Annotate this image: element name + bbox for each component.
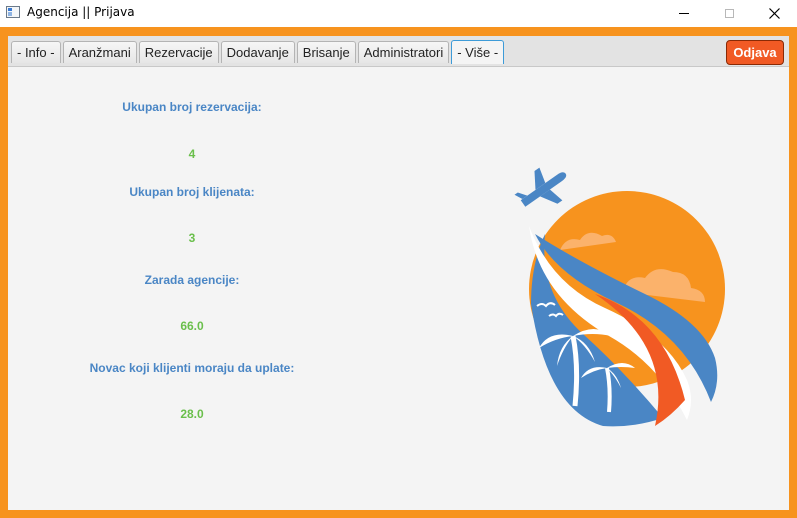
- tab-list: - Info - Aranžmani Rezervacije Dodavanje…: [11, 40, 505, 64]
- tab-aranzmani[interactable]: Aranžmani: [62, 41, 137, 63]
- minimize-icon: [679, 13, 689, 14]
- maximize-icon: [724, 9, 734, 18]
- earnings-value: 66.0: [180, 319, 204, 333]
- logout-button[interactable]: Odjava: [726, 40, 784, 65]
- reservations-value: 4: [188, 147, 196, 161]
- clients-label: Ukupan broj klijenata:: [129, 185, 255, 199]
- app-window-icon: [6, 6, 20, 18]
- tab-rezervacije[interactable]: Rezervacije: [138, 41, 219, 63]
- tab-vise[interactable]: - Više -: [451, 40, 505, 64]
- tab-brisanje[interactable]: Brisanje: [296, 41, 356, 63]
- tab-info[interactable]: - Info -: [11, 41, 61, 63]
- owed-value: 28.0: [180, 407, 204, 421]
- close-button[interactable]: [751, 0, 797, 27]
- main-content: - Info - Aranžmani Rezervacije Dodavanje…: [8, 36, 789, 510]
- minimize-button[interactable]: [661, 0, 707, 27]
- window-titlebar: Agencija || Prijava: [0, 0, 797, 27]
- clients-value: 3: [188, 231, 196, 245]
- close-icon: [768, 8, 780, 19]
- owed-label: Novac koji klijenti moraju da uplate:: [89, 361, 295, 375]
- tab-dodavanje[interactable]: Dodavanje: [220, 41, 295, 63]
- tab-bar: - Info - Aranžmani Rezervacije Dodavanje…: [8, 36, 789, 67]
- reservations-label: Ukupan broj rezervacija:: [122, 100, 262, 114]
- maximize-button[interactable]: [706, 0, 752, 27]
- window-title: Agencija || Prijava: [27, 5, 135, 19]
- tab-administratori[interactable]: Administratori: [357, 41, 450, 63]
- travel-agency-logo: [514, 167, 725, 427]
- earnings-label: Zarada agencije:: [144, 273, 240, 287]
